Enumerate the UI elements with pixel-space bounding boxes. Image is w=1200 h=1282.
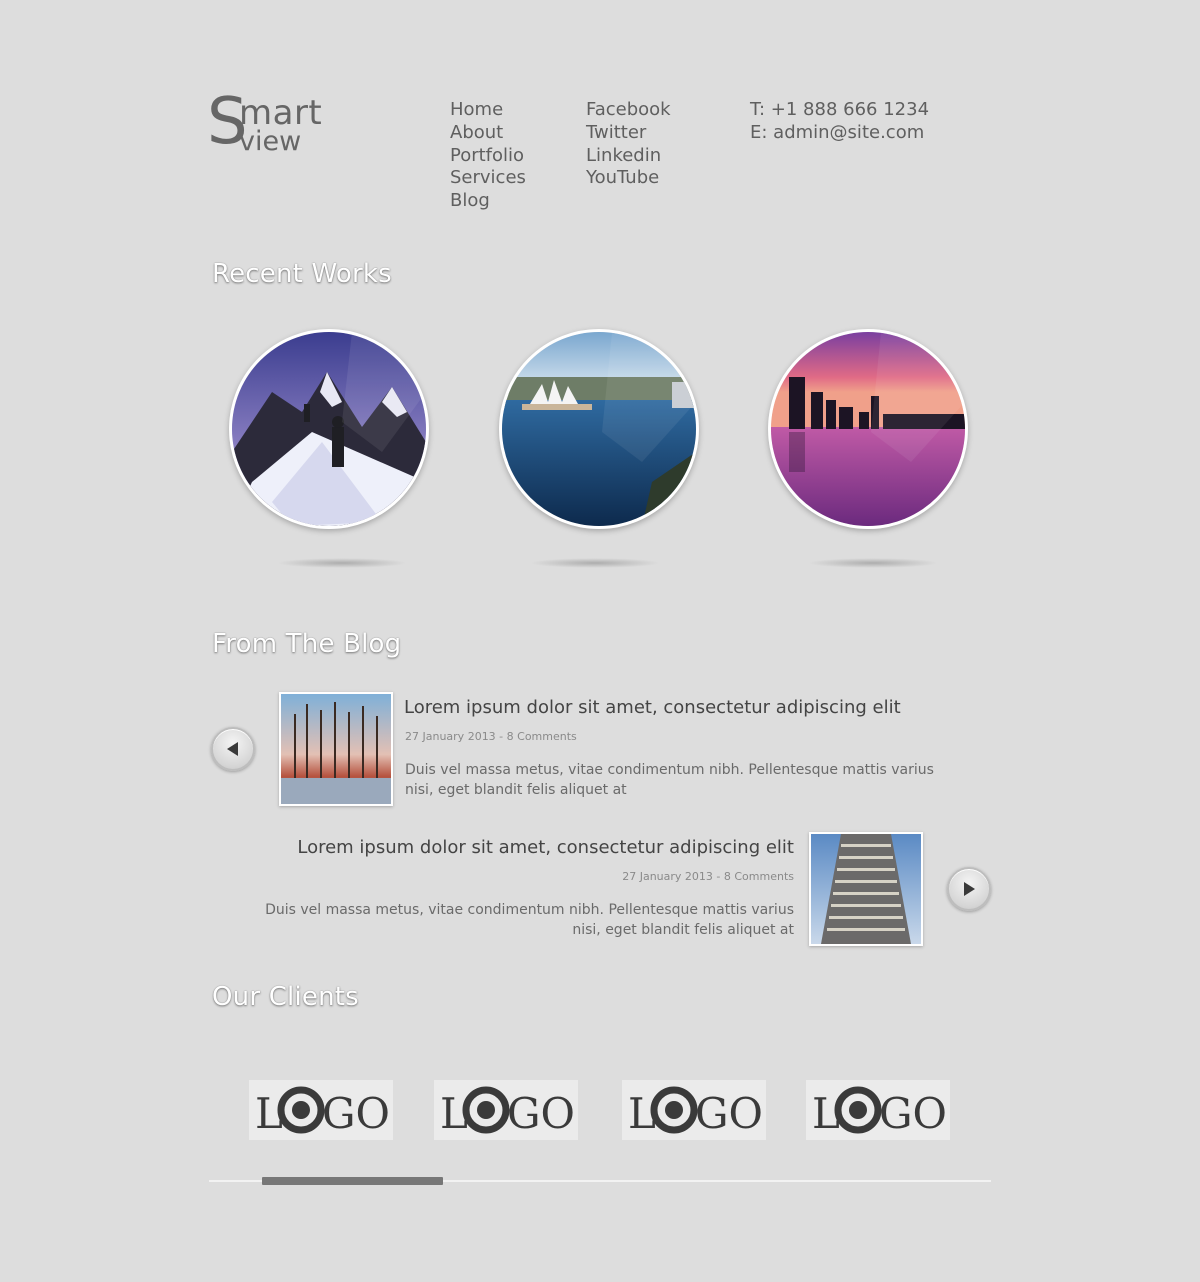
client-logo-2[interactable]: L GO	[434, 1080, 578, 1140]
work-shadow	[530, 558, 660, 568]
social-nav: Facebook Twitter Linkedin YouTube	[586, 99, 671, 190]
work-item-opera-house[interactable]	[499, 329, 699, 529]
blog-heading: From The Blog	[212, 629, 402, 659]
post-2-excerpt: Duis vel massa metus, vitae condimentum …	[265, 902, 794, 938]
client-logo-mark: L GO	[628, 1086, 763, 1138]
post-1-excerpt: Duis vel massa metus, vitae condimentum …	[405, 762, 934, 798]
client-logo-go: GO	[322, 1089, 390, 1138]
blog-next-button[interactable]	[947, 867, 991, 911]
main-nav: Home About Portfolio Services Blog	[450, 99, 526, 213]
post-1-thumbnail[interactable]	[279, 692, 393, 806]
nav-linkedin[interactable]: Linkedin	[586, 145, 671, 168]
work-image-mountains	[232, 332, 426, 526]
client-logo-go: GO	[695, 1089, 763, 1138]
contact-info: T: +1 888 666 1234 E: admin@site.com	[750, 99, 929, 145]
nav-twitter[interactable]: Twitter	[586, 122, 671, 145]
nav-youtube[interactable]: YouTube	[586, 167, 671, 190]
logo-word-2: view	[239, 126, 302, 157]
post-2-meta: 27 January 2013 - 8 Comments	[622, 870, 794, 883]
client-logo-go: GO	[879, 1089, 947, 1138]
work-item-mountains[interactable]	[229, 329, 429, 529]
clients-scroll-thumb[interactable]	[262, 1177, 443, 1185]
post-1-image	[281, 694, 391, 804]
nav-home[interactable]: Home	[450, 99, 526, 122]
work-shadow	[808, 558, 938, 568]
post-2-thumbnail[interactable]	[809, 832, 923, 946]
post-2-title[interactable]: Lorem ipsum dolor sit amet, consectetur …	[297, 837, 794, 858]
work-item-skyline[interactable]	[768, 329, 968, 529]
client-logo-4[interactable]: L GO	[806, 1080, 950, 1140]
work-shadow	[277, 558, 407, 568]
work-image-opera-house	[502, 332, 696, 526]
post-1-title[interactable]: Lorem ipsum dolor sit amet, consectetur …	[404, 697, 901, 718]
clients-heading: Our Clients	[212, 982, 359, 1012]
contact-phone: T: +1 888 666 1234	[750, 99, 930, 120]
recent-works-heading: Recent Works	[212, 259, 392, 289]
client-logo-mark: L GO	[440, 1086, 575, 1138]
nav-services[interactable]: Services	[450, 167, 526, 190]
nav-blog[interactable]: Blog	[450, 190, 526, 213]
contact-email[interactable]: E: admin@site.com	[750, 122, 929, 145]
nav-about[interactable]: About	[450, 122, 526, 145]
client-logo-3[interactable]: L GO	[622, 1080, 766, 1140]
client-logo-mark: L GO	[255, 1086, 390, 1138]
arrow-left-icon	[227, 742, 238, 756]
client-logo-1[interactable]: L GO	[249, 1080, 393, 1140]
blog-prev-button[interactable]	[211, 727, 255, 771]
nav-portfolio[interactable]: Portfolio	[450, 145, 526, 168]
arrow-right-icon	[964, 882, 975, 896]
work-image-skyline	[771, 332, 965, 526]
post-1-meta: 27 January 2013 - 8 Comments	[405, 730, 577, 743]
post-2-image	[811, 834, 921, 944]
nav-facebook[interactable]: Facebook	[586, 99, 671, 122]
logo-word-1: mart	[239, 93, 323, 133]
client-logo-go: GO	[507, 1089, 575, 1138]
site-logo[interactable]: S mart view	[207, 90, 337, 162]
client-logo-mark: L GO	[812, 1086, 947, 1138]
